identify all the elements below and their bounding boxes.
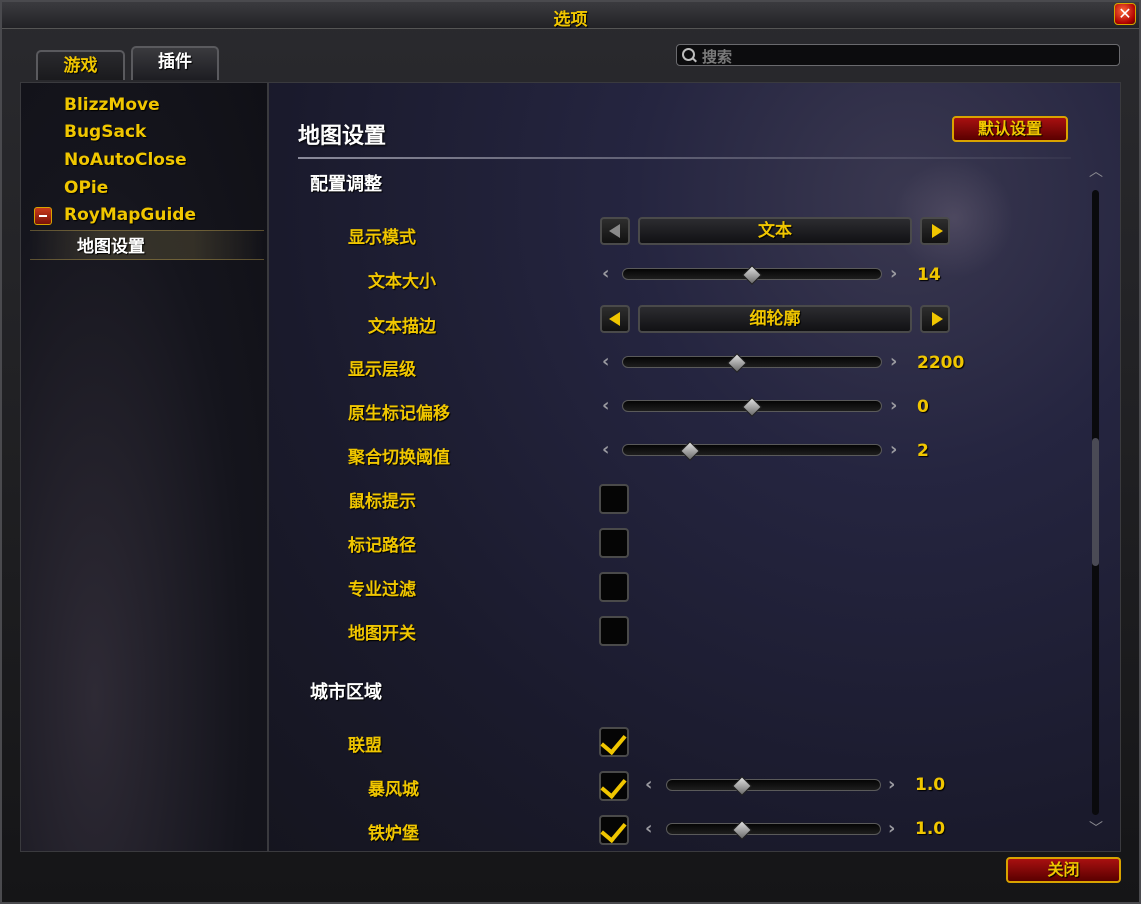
- cluster-threshold-slider[interactable]: [622, 441, 882, 461]
- ironforge-checkbox[interactable]: [599, 815, 629, 845]
- sidebar-item-blizzmove[interactable]: BlizzMove: [64, 95, 160, 115]
- option-label-ironforge: 铁炉堡: [368, 824, 419, 844]
- window-title: 选项: [553, 10, 588, 30]
- stormwind-scale-slider[interactable]: [666, 776, 881, 796]
- checkmark-icon: [600, 727, 627, 756]
- prev-arrow-icon[interactable]: [600, 217, 630, 245]
- addon-list-panel: [20, 82, 268, 852]
- option-label-profession-filter: 专业过滤: [348, 580, 416, 600]
- section-header-config: 配置调整: [310, 174, 382, 195]
- chevron-left-icon[interactable]: ‹: [602, 353, 612, 371]
- text-size-slider[interactable]: [622, 265, 882, 285]
- next-arrow-icon[interactable]: [920, 217, 950, 245]
- mouse-tooltip-checkbox[interactable]: [599, 484, 629, 514]
- checkmark-icon: [600, 815, 627, 844]
- display-mode-value[interactable]: 文本: [638, 217, 912, 245]
- title-bar[interactable]: 选项 ✕: [2, 2, 1139, 30]
- minus-icon[interactable]: [34, 207, 52, 225]
- search-icon: [682, 48, 695, 61]
- option-label-text-outline: 文本描边: [368, 317, 436, 337]
- section-header-city-zones: 城市区域: [310, 682, 382, 703]
- search-input[interactable]: 搜索: [676, 44, 1120, 66]
- text-outline-value[interactable]: 细轮廓: [638, 305, 912, 333]
- chevron-right-icon[interactable]: ›: [890, 265, 900, 283]
- sidebar-item-roymapguide[interactable]: RoyMapGuide: [64, 205, 196, 225]
- title-divider: [298, 157, 1071, 159]
- sidebar-item-bugsack[interactable]: BugSack: [64, 122, 146, 142]
- chevron-right-icon[interactable]: ›: [888, 820, 898, 838]
- chevron-left-icon[interactable]: ‹: [645, 776, 655, 794]
- chevron-left-icon[interactable]: ‹: [645, 820, 655, 838]
- chevron-left-icon[interactable]: ‹: [602, 265, 612, 283]
- chevron-left-icon[interactable]: ‹: [602, 441, 612, 459]
- scroll-down-icon[interactable]: ﹀: [1087, 822, 1105, 836]
- option-label-cluster-threshold: 聚合切换阈值: [348, 448, 450, 468]
- scrollbar-thumb[interactable]: [1092, 438, 1099, 566]
- map-toggle-checkbox[interactable]: [599, 616, 629, 646]
- stormwind-scale-value: 1.0: [915, 775, 946, 795]
- scroll-up-icon[interactable]: ︿: [1087, 165, 1105, 179]
- chevron-right-icon[interactable]: ›: [888, 776, 898, 794]
- ironforge-scale-value: 1.0: [915, 819, 946, 839]
- search-placeholder: 搜索: [702, 48, 733, 66]
- marker-offset-slider[interactable]: [622, 397, 882, 417]
- option-label-display-mode: 显示模式: [348, 228, 416, 248]
- sidebar-item-noautoclose[interactable]: NoAutoClose: [64, 150, 187, 170]
- display-level-slider[interactable]: [622, 353, 882, 373]
- stormwind-checkbox[interactable]: [599, 771, 629, 801]
- next-arrow-icon[interactable]: [920, 305, 950, 333]
- chevron-right-icon[interactable]: ›: [890, 441, 900, 459]
- display-level-value: 2200: [917, 353, 965, 373]
- option-label-stormwind: 暴风城: [368, 780, 419, 800]
- option-label-mouse-tooltip: 鼠标提示: [348, 492, 416, 512]
- page-title: 地图设置: [298, 124, 387, 149]
- chevron-left-icon[interactable]: ‹: [602, 397, 612, 415]
- mark-path-checkbox[interactable]: [599, 528, 629, 558]
- checkmark-icon: [600, 771, 627, 800]
- sidebar-subitem-map-settings[interactable]: 地图设置: [77, 232, 145, 257]
- defaults-button[interactable]: 默认设置: [952, 116, 1068, 142]
- tab-game[interactable]: 游戏: [36, 50, 125, 80]
- marker-offset-value: 0: [917, 397, 929, 417]
- ironforge-scale-slider[interactable]: [666, 820, 881, 840]
- chevron-right-icon[interactable]: ›: [890, 397, 900, 415]
- prev-arrow-icon[interactable]: [600, 305, 630, 333]
- option-label-text-size: 文本大小: [368, 272, 436, 292]
- option-label-alliance: 联盟: [348, 736, 382, 756]
- alliance-checkbox[interactable]: [599, 727, 629, 757]
- sidebar-selection-highlight: [30, 230, 264, 260]
- close-button[interactable]: 关闭: [1006, 857, 1121, 883]
- option-label-mark-path: 标记路径: [348, 536, 416, 556]
- option-label-map-toggle: 地图开关: [348, 624, 416, 644]
- background-glow: [894, 158, 1014, 278]
- cluster-threshold-value: 2: [917, 441, 929, 461]
- text-size-value: 14: [917, 265, 941, 285]
- tab-addons[interactable]: 插件: [131, 46, 219, 80]
- option-label-native-marker-offset: 原生标记偏移: [348, 404, 450, 424]
- profession-filter-checkbox[interactable]: [599, 572, 629, 602]
- chevron-right-icon[interactable]: ›: [890, 353, 900, 371]
- close-icon[interactable]: ✕: [1114, 3, 1136, 25]
- option-label-display-level: 显示层级: [348, 360, 416, 380]
- sidebar-item-opie[interactable]: OPie: [64, 178, 108, 198]
